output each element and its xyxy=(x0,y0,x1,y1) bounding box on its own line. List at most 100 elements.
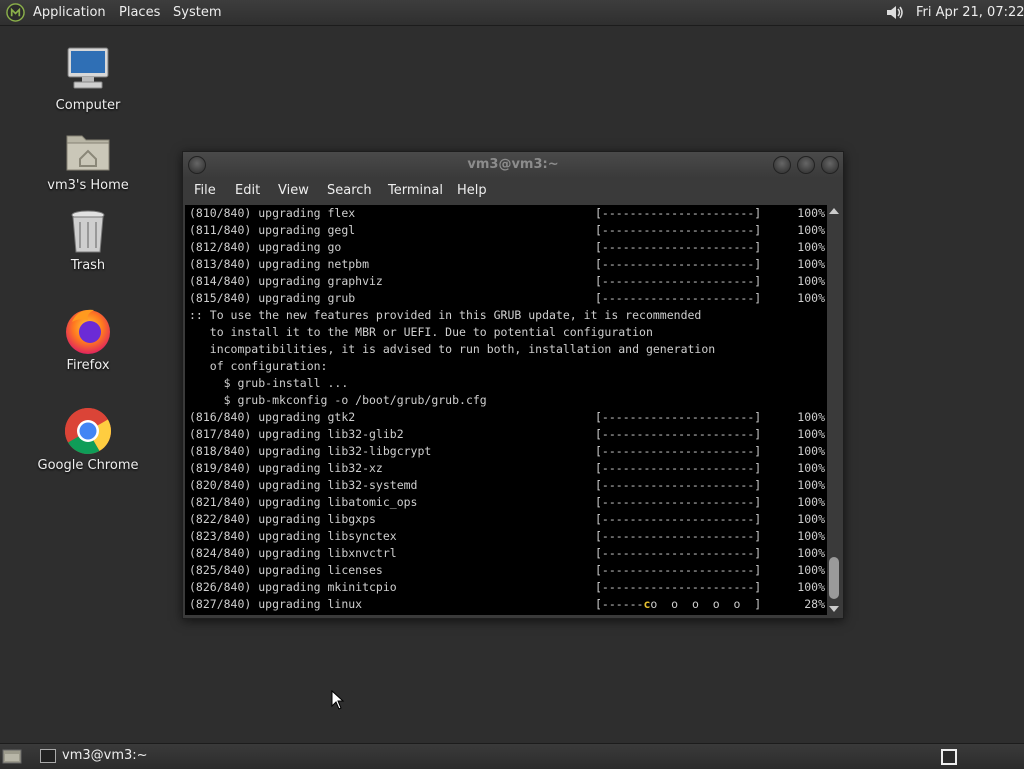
progress-percent: 100% xyxy=(797,580,825,594)
progress-bar: [----------------------] xyxy=(595,240,762,254)
progress-percent: 100% xyxy=(797,495,825,509)
progress-bar: [----------------------] xyxy=(595,546,762,560)
progress-bar: [----------------------] xyxy=(595,206,762,220)
terminal-line: (822/840) upgrading libgxps xyxy=(189,512,376,526)
terminal-line: (827/840) upgrading linux xyxy=(189,597,363,611)
menu-terminal[interactable]: Terminal xyxy=(388,183,443,198)
mouse-cursor-icon xyxy=(331,690,345,710)
terminal-line: of configuration: xyxy=(189,359,328,373)
terminal-line: :: To use the new features provided in t… xyxy=(189,308,702,322)
taskbar-terminal-button[interactable]: vm3@vm3:~ xyxy=(36,746,186,766)
menu-edit[interactable]: Edit xyxy=(235,183,260,198)
terminal-line: (816/840) upgrading gtk2 xyxy=(189,410,356,424)
progress-percent: 100% xyxy=(797,206,825,220)
terminal-line: (812/840) upgrading go xyxy=(189,240,342,254)
bottom-panel: vm3@vm3:~ xyxy=(0,743,1024,769)
scroll-up-icon[interactable] xyxy=(829,208,839,214)
menu-file[interactable]: File xyxy=(194,183,216,198)
progress-percent: 100% xyxy=(797,529,825,543)
applications-menu[interactable]: Applications xyxy=(33,5,106,20)
desktop-icon-chrome[interactable]: Google Chrome xyxy=(28,406,148,476)
terminal-menubar: File Edit View Search Terminal Help xyxy=(183,178,843,205)
terminal-line: (811/840) upgrading gegl xyxy=(189,223,356,237)
terminal-line: (819/840) upgrading lib32-xz xyxy=(189,461,383,475)
terminal-scrollbar[interactable] xyxy=(827,205,841,615)
progress-bar: [----------------------] xyxy=(595,410,762,424)
progress-percent: 100% xyxy=(797,240,825,254)
clock[interactable]: Fri Apr 21, 07:22 xyxy=(916,5,1024,20)
progress-bar: [----------------------] xyxy=(595,257,762,271)
chrome-icon xyxy=(65,408,111,454)
terminal-line: (813/840) upgrading netpbm xyxy=(189,257,370,271)
terminal-line: (814/840) upgrading graphviz xyxy=(189,274,383,288)
places-menu[interactable]: Places xyxy=(119,5,160,20)
desktop-icon-home[interactable]: vm3's Home xyxy=(28,128,148,198)
desktop-icon-firefox[interactable]: Firefox xyxy=(28,306,148,376)
progress-bar: [----------------------] xyxy=(595,274,762,288)
desktop-icon-label: Google Chrome xyxy=(37,458,139,473)
firefox-icon xyxy=(66,309,110,354)
maximize-icon[interactable] xyxy=(797,156,815,174)
progress-percent: 100% xyxy=(797,257,825,271)
progress-bar: [----------------------] xyxy=(595,444,762,458)
progress-bar: [----------------------] xyxy=(595,427,762,441)
terminal-line: $ grub-mkconfig -o /boot/grub/grub.cfg xyxy=(189,393,487,407)
terminal-line: $ grub-install ... xyxy=(189,376,349,390)
terminal-line: (820/840) upgrading lib32-systemd xyxy=(189,478,418,492)
terminal-line: (817/840) upgrading lib32-glib2 xyxy=(189,427,404,441)
desktop-icon-label: vm3's Home xyxy=(47,178,129,193)
taskbar-label: vm3@vm3:~ xyxy=(62,748,148,763)
progress-bar: [----------------------] xyxy=(595,223,762,237)
terminal-line: (821/840) upgrading libatomic_ops xyxy=(189,495,418,509)
scrollbar-thumb[interactable] xyxy=(829,557,839,599)
progress-bar-left: [------ xyxy=(595,597,644,611)
close-icon[interactable] xyxy=(821,156,839,174)
desktop-icon-trash[interactable]: Trash xyxy=(28,208,148,278)
system-menu[interactable]: System xyxy=(173,5,221,20)
scroll-down-icon[interactable] xyxy=(829,606,839,612)
menu-search[interactable]: Search xyxy=(327,183,372,198)
progress-percent: 28% xyxy=(804,597,825,611)
terminal-icon xyxy=(40,749,56,763)
menu-view[interactable]: View xyxy=(278,183,309,198)
show-desktop-icon[interactable] xyxy=(2,748,22,764)
terminal-line: (825/840) upgrading licenses xyxy=(189,563,383,577)
terminal-line: (818/840) upgrading lib32-libgcrypt xyxy=(189,444,432,458)
terminal-window[interactable]: vm3@vm3:~ File Edit View Search Terminal… xyxy=(182,151,844,619)
progress-percent: 100% xyxy=(797,274,825,288)
progress-bar: [----------------------] xyxy=(595,529,762,543)
terminal-line: (826/840) upgrading mkinitcpio xyxy=(189,580,397,594)
desktop-icon-computer[interactable]: Computer xyxy=(28,45,148,115)
progress-percent: 100% xyxy=(797,563,825,577)
menu-help[interactable]: Help xyxy=(457,183,487,198)
terminal-line: (823/840) upgrading libsynctex xyxy=(189,529,397,543)
terminal-line: (824/840) upgrading libxnvctrl xyxy=(189,546,397,560)
mate-logo-icon[interactable] xyxy=(6,3,25,22)
progress-bar: [----------------------] xyxy=(595,478,762,492)
terminal-line: incompatibilities, it is advised to run … xyxy=(189,342,716,356)
terminal-line: (810/840) upgrading flex xyxy=(189,206,356,220)
progress-percent: 100% xyxy=(797,291,825,305)
progress-percent: 100% xyxy=(797,410,825,424)
top-panel: Applications Places System Fri Apr 21, 0… xyxy=(0,0,1024,26)
progress-bar: [----------------------] xyxy=(595,461,762,475)
progress-bar: [----------------------] xyxy=(595,495,762,509)
progress-bar: [----------------------] xyxy=(595,512,762,526)
progress-percent: 100% xyxy=(797,427,825,441)
terminal-line: (815/840) upgrading grub xyxy=(189,291,356,305)
progress-percent: 100% xyxy=(797,223,825,237)
progress-bar: [------co o o o o ] xyxy=(595,596,761,613)
home-folder-icon xyxy=(66,135,110,171)
minimize-icon[interactable] xyxy=(773,156,791,174)
volume-icon[interactable] xyxy=(884,3,906,22)
terminal-output[interactable]: (810/840) upgrading flex [---------------… xyxy=(185,205,827,615)
progress-percent: 100% xyxy=(797,461,825,475)
computer-icon xyxy=(67,47,109,89)
progress-percent: 100% xyxy=(797,512,825,526)
progress-bar: [----------------------] xyxy=(595,291,762,305)
window-title: vm3@vm3:~ xyxy=(467,157,559,172)
progress-percent: 100% xyxy=(797,546,825,560)
workspace-switcher-icon[interactable] xyxy=(941,749,957,765)
window-titlebar[interactable]: vm3@vm3:~ xyxy=(183,152,843,178)
progress-bar-right: o o o o o ] xyxy=(650,597,762,611)
